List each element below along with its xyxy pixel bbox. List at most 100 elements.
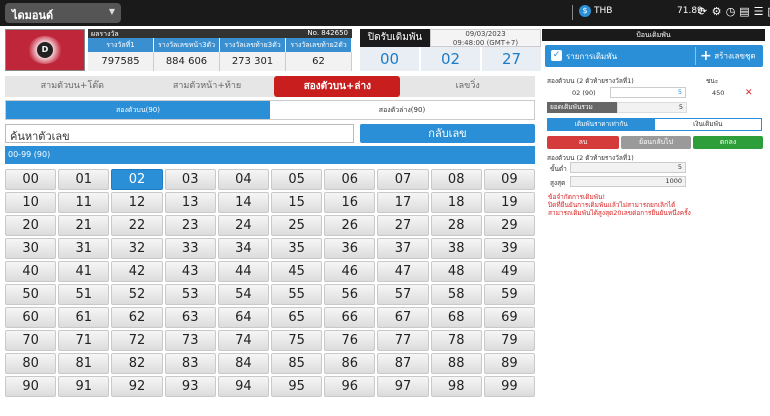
number-cell[interactable]: 82 (111, 353, 163, 374)
number-cell[interactable]: 38 (430, 238, 482, 259)
number-cell[interactable]: 78 (430, 330, 482, 351)
number-cell[interactable]: 12 (111, 192, 163, 213)
number-cell[interactable]: 55 (271, 284, 323, 305)
number-cell[interactable]: 03 (164, 169, 216, 190)
back-button[interactable]: ย้อนกลับไป (621, 136, 691, 149)
number-cell[interactable]: 02 (111, 169, 163, 190)
number-cell[interactable]: 42 (111, 261, 163, 282)
number-cell[interactable]: 33 (164, 238, 216, 259)
number-cell[interactable]: 31 (58, 238, 110, 259)
number-cell[interactable]: 24 (217, 215, 269, 236)
number-cell[interactable]: 61 (58, 307, 110, 328)
tab-three-top-tod[interactable]: สามตัวบน+โต๊ด (5, 76, 140, 97)
number-cell[interactable]: 36 (324, 238, 376, 259)
number-cell[interactable]: 35 (271, 238, 323, 259)
number-cell[interactable]: 37 (377, 238, 429, 259)
number-cell[interactable]: 22 (111, 215, 163, 236)
number-cell[interactable]: 95 (271, 376, 323, 397)
number-cell[interactable]: 67 (377, 307, 429, 328)
number-cell[interactable]: 20 (5, 215, 57, 236)
number-cell[interactable]: 15 (271, 192, 323, 213)
number-cell[interactable]: 94 (217, 376, 269, 397)
number-cell[interactable]: 98 (430, 376, 482, 397)
lottery-select[interactable]: ไดมอนด์ ▼ (5, 3, 121, 23)
number-cell[interactable]: 50 (5, 284, 57, 305)
list-icon[interactable]: ☰ (753, 5, 764, 18)
number-cell[interactable]: 74 (217, 330, 269, 351)
bet-amount-input[interactable]: 5 (610, 87, 686, 98)
number-cell[interactable]: 04 (217, 169, 269, 190)
reverse-number-button[interactable]: กลับเลข (360, 124, 535, 143)
number-cell[interactable]: 41 (58, 261, 110, 282)
number-cell[interactable]: 75 (271, 330, 323, 351)
number-cell[interactable]: 39 (483, 238, 535, 259)
number-cell[interactable]: 14 (217, 192, 269, 213)
number-cell[interactable]: 44 (217, 261, 269, 282)
ok-button[interactable]: ตกลง (693, 136, 763, 149)
number-cell[interactable]: 60 (5, 307, 57, 328)
number-cell[interactable]: 70 (5, 330, 57, 351)
number-cell[interactable]: 45 (271, 261, 323, 282)
number-cell[interactable]: 79 (483, 330, 535, 351)
number-cell[interactable]: 00 (5, 169, 57, 190)
number-cell[interactable]: 11 (58, 192, 110, 213)
number-cell[interactable]: 07 (377, 169, 429, 190)
number-cell[interactable]: 57 (377, 284, 429, 305)
number-cell[interactable]: 43 (164, 261, 216, 282)
number-cell[interactable]: 63 (164, 307, 216, 328)
number-cell[interactable]: 72 (111, 330, 163, 351)
number-cell[interactable]: 92 (111, 376, 163, 397)
number-cell[interactable]: 28 (430, 215, 482, 236)
number-cell[interactable]: 68 (430, 307, 482, 328)
number-cell[interactable]: 34 (217, 238, 269, 259)
number-cell[interactable]: 26 (324, 215, 376, 236)
number-cell[interactable]: 10 (5, 192, 57, 213)
number-cell[interactable]: 93 (164, 376, 216, 397)
number-cell[interactable]: 21 (58, 215, 110, 236)
number-cell[interactable]: 25 (271, 215, 323, 236)
refresh-icon[interactable]: ⟳ (697, 5, 708, 18)
number-cell[interactable]: 46 (324, 261, 376, 282)
number-cell[interactable]: 96 (324, 376, 376, 397)
number-cell[interactable]: 90 (5, 376, 57, 397)
subtab-two-bottom[interactable]: สองตัวล่าง(90) (270, 101, 534, 119)
remove-bet-icon[interactable]: ✕ (745, 88, 753, 98)
number-cell[interactable]: 13 (164, 192, 216, 213)
number-cell[interactable]: 19 (483, 192, 535, 213)
number-cell[interactable]: 30 (5, 238, 57, 259)
number-cell[interactable]: 81 (58, 353, 110, 374)
number-cell[interactable]: 88 (430, 353, 482, 374)
number-cell[interactable]: 91 (58, 376, 110, 397)
number-cell[interactable]: 71 (58, 330, 110, 351)
number-cell[interactable]: 76 (324, 330, 376, 351)
checkbox-icon[interactable]: ✓ (551, 50, 562, 61)
number-cell[interactable]: 58 (430, 284, 482, 305)
number-cell[interactable]: 86 (324, 353, 376, 374)
number-cell[interactable]: 06 (324, 169, 376, 190)
tab-three-front-back[interactable]: สามตัวหน้า+ท้าย (140, 76, 275, 97)
number-cell[interactable]: 18 (430, 192, 482, 213)
number-cell[interactable]: 32 (111, 238, 163, 259)
number-cell[interactable]: 64 (217, 307, 269, 328)
number-cell[interactable]: 29 (483, 215, 535, 236)
number-cell[interactable]: 23 (164, 215, 216, 236)
number-cell[interactable]: 17 (377, 192, 429, 213)
number-cell[interactable]: 77 (377, 330, 429, 351)
create-set-button[interactable]: + สร้างเลขชุด (695, 47, 763, 65)
number-cell[interactable]: 85 (271, 353, 323, 374)
number-cell[interactable]: 27 (377, 215, 429, 236)
number-cell[interactable]: 99 (483, 376, 535, 397)
number-cell[interactable]: 09 (483, 169, 535, 190)
number-cell[interactable]: 87 (377, 353, 429, 374)
number-cell[interactable]: 54 (217, 284, 269, 305)
mode-equal-price[interactable]: เดิมพันราคาเท่ากัน (548, 119, 655, 130)
number-cell[interactable]: 62 (111, 307, 163, 328)
number-cell[interactable]: 56 (324, 284, 376, 305)
tab-running[interactable]: เลขวิ่ง (400, 76, 535, 97)
number-cell[interactable]: 83 (164, 353, 216, 374)
number-cell[interactable]: 73 (164, 330, 216, 351)
tab-two-top-bottom[interactable]: สองตัวบน+ล่าง (274, 76, 401, 97)
number-cell[interactable]: 05 (271, 169, 323, 190)
number-cell[interactable]: 66 (324, 307, 376, 328)
number-cell[interactable]: 40 (5, 261, 57, 282)
